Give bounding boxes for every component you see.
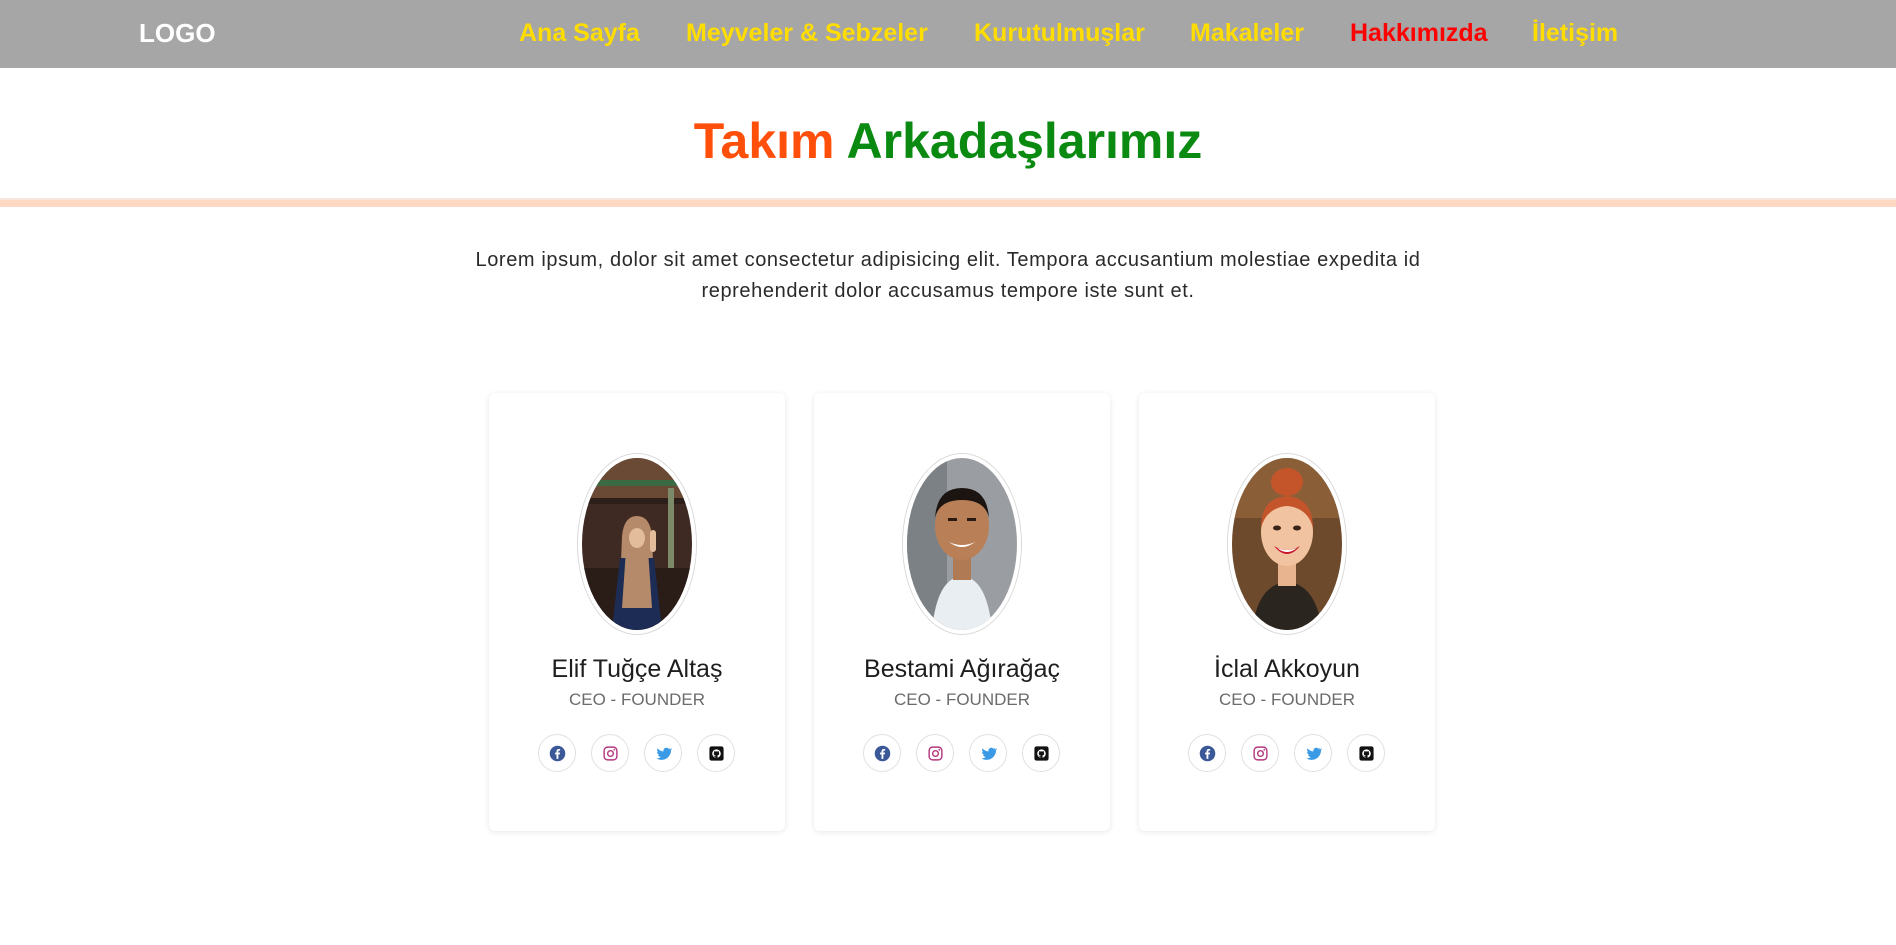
github-link[interactable]: [1347, 734, 1385, 772]
avatar: [1228, 454, 1346, 634]
facebook-icon: [549, 745, 566, 762]
github-link[interactable]: [697, 734, 735, 772]
nav-link-meyveler-sebzeler[interactable]: Meyveler & Sebzeler: [686, 18, 928, 48]
github-icon: [709, 746, 724, 761]
instagram-link[interactable]: [1241, 734, 1279, 772]
team-card-1: Elif Tuğçe Altaş CEO - FOUNDER: [489, 393, 785, 831]
facebook-icon: [874, 745, 891, 762]
member-role: CEO - FOUNDER: [894, 690, 1030, 709]
twitter-link[interactable]: [644, 734, 682, 772]
section-title-part1: Takım: [693, 113, 835, 169]
nav-link-iletisim[interactable]: İletişim: [1532, 18, 1618, 48]
instagram-link[interactable]: [916, 734, 954, 772]
member-name: İclal Akkoyun: [1214, 655, 1360, 683]
member-photo-3: [1232, 458, 1342, 630]
nav-link-ana-sayfa[interactable]: Ana Sayfa: [519, 18, 640, 48]
github-link[interactable]: [1022, 734, 1060, 772]
navbar: LOGO Ana Sayfa Meyveler & Sebzeler Kurut…: [0, 0, 1896, 68]
member-name: Elif Tuğçe Altaş: [551, 655, 723, 683]
intro-text: Lorem ipsum, dolor sit amet consectetur …: [475, 249, 1421, 302]
avatar: [578, 454, 696, 634]
team-card-2: Bestami Ağırağaç CEO - FOUNDER: [814, 393, 1110, 831]
member-photo-1: [582, 458, 692, 630]
section-title-part2: Arkadaşlarımız: [846, 113, 1203, 169]
github-icon: [1034, 746, 1049, 761]
facebook-link[interactable]: [1188, 734, 1226, 772]
avatar: [903, 454, 1021, 634]
social-links: [814, 734, 1110, 772]
facebook-link[interactable]: [863, 734, 901, 772]
section-divider: [0, 198, 1896, 207]
twitter-icon: [1306, 747, 1322, 760]
nav-link-kurutulmuslar[interactable]: Kurutulmuşlar: [974, 18, 1145, 48]
facebook-icon: [1199, 745, 1216, 762]
github-icon: [1359, 746, 1374, 761]
twitter-link[interactable]: [969, 734, 1007, 772]
nav-link-makaleler[interactable]: Makaleler: [1190, 18, 1304, 48]
twitter-link[interactable]: [1294, 734, 1332, 772]
social-links: [1139, 734, 1435, 772]
instagram-link[interactable]: [591, 734, 629, 772]
instagram-icon: [928, 746, 943, 761]
member-photo-2: [907, 458, 1017, 630]
facebook-link[interactable]: [538, 734, 576, 772]
instagram-icon: [603, 746, 618, 761]
member-role: CEO - FOUNDER: [569, 690, 705, 709]
twitter-icon: [981, 747, 997, 760]
team-card-3: İclal Akkoyun CEO - FOUNDER: [1139, 393, 1435, 831]
social-links: [489, 734, 785, 772]
section-title: Takım Arkadaşlarımız: [0, 112, 1896, 170]
member-role: CEO - FOUNDER: [1219, 690, 1355, 709]
twitter-icon: [656, 747, 672, 760]
nav-link-hakkimizda[interactable]: Hakkımızda: [1350, 18, 1488, 48]
nav-menu: Ana Sayfa Meyveler & Sebzeler Kurutulmuş…: [0, 18, 1896, 48]
member-name: Bestami Ağırağaç: [864, 655, 1060, 683]
instagram-icon: [1253, 746, 1268, 761]
